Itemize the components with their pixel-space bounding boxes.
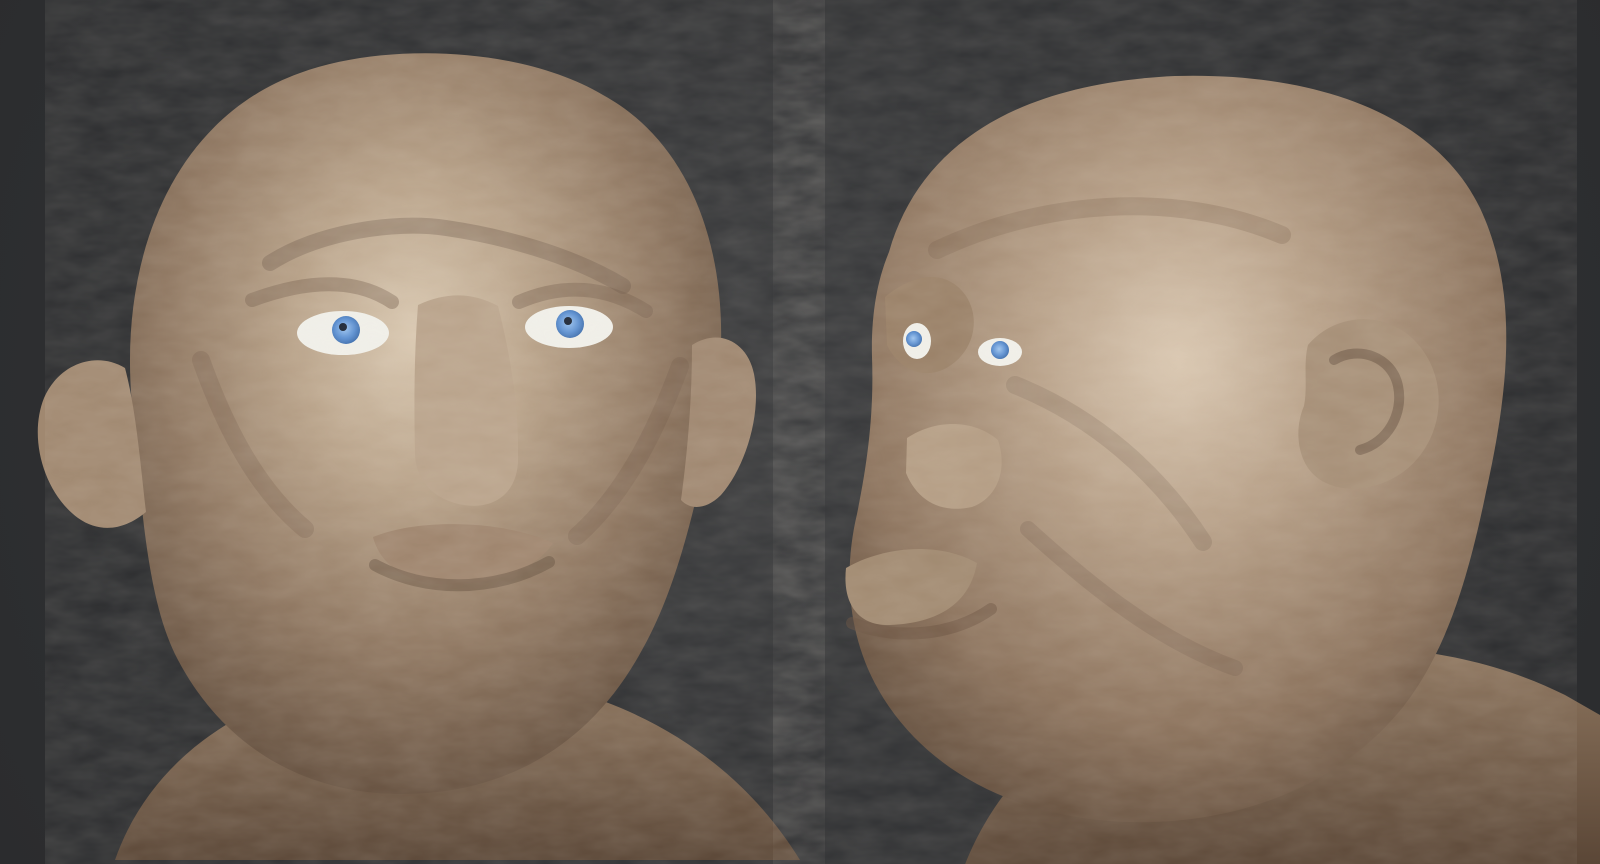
front-view-bust	[37, 48, 800, 860]
side-view-bust	[840, 70, 1600, 864]
sculpt-render	[37, 48, 1600, 864]
sculpt-viewport[interactable]	[0, 0, 1600, 864]
